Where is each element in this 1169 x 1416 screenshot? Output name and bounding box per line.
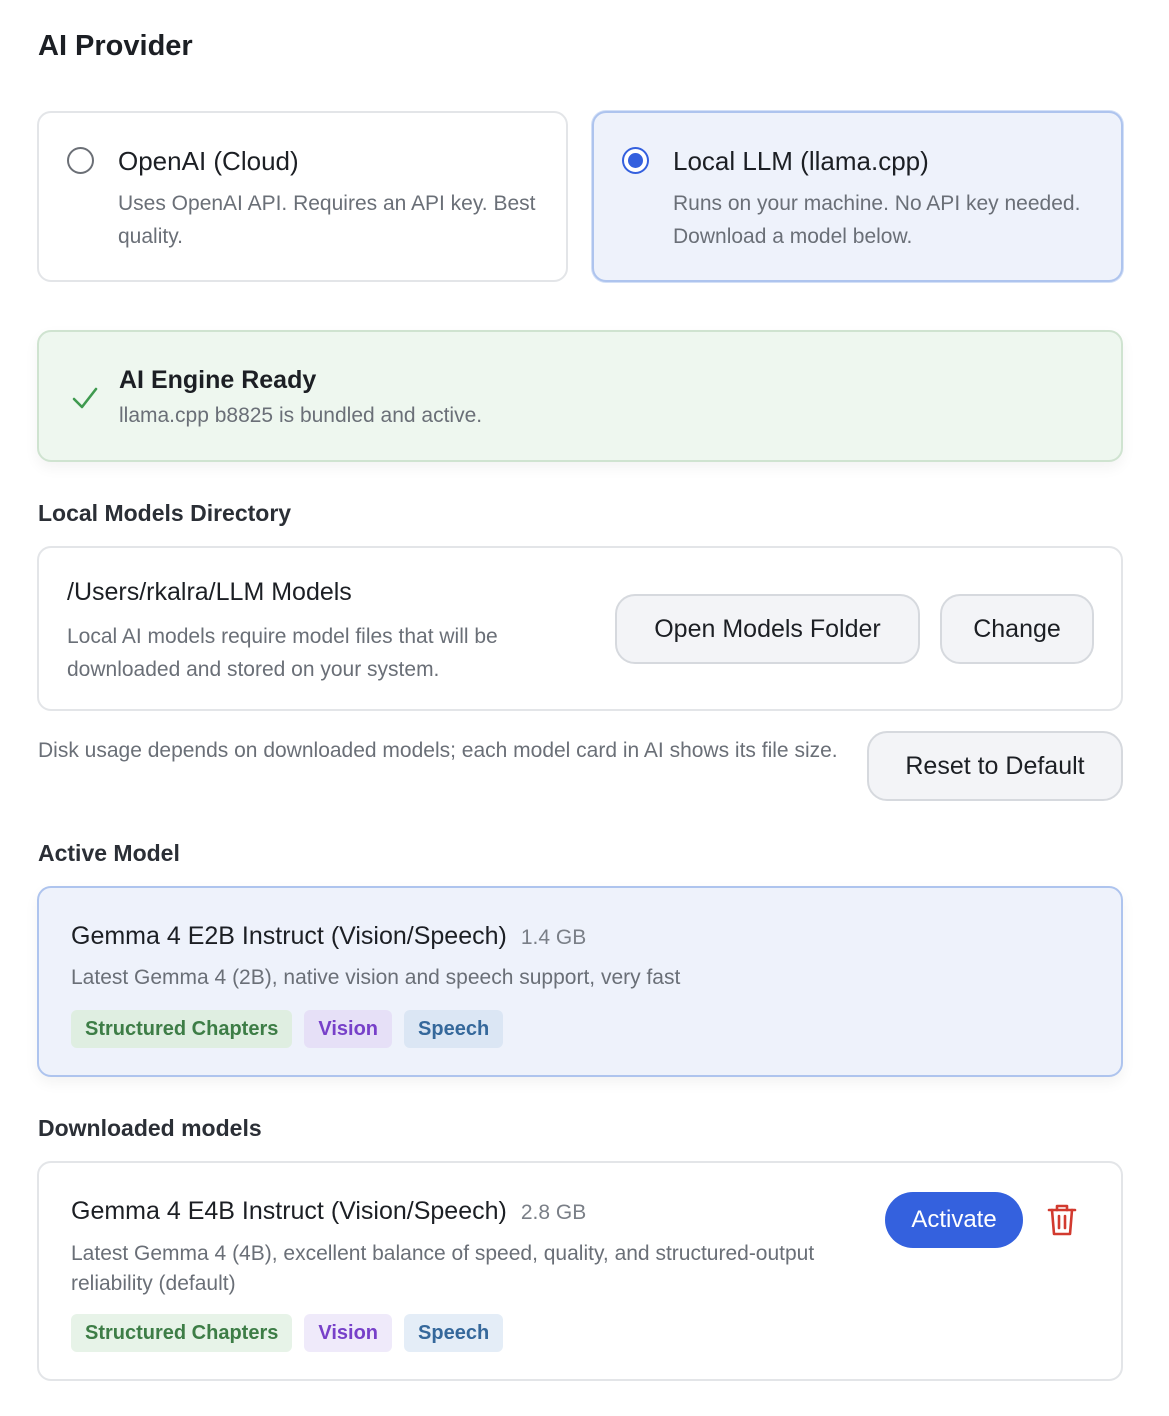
model-name: Gemma 4 E2B Instruct (Vision/Speech) (71, 922, 507, 950)
directory-path: /Users/rkalra/LLM Models (67, 578, 352, 606)
engine-title: AI Engine Ready (119, 366, 317, 394)
open-models-folder-button[interactable]: Open Models Folder (615, 594, 920, 664)
ai-provider-settings: AI Provider OpenAI (Cloud) Uses OpenAI A… (0, 0, 1169, 1416)
change-directory-button[interactable]: Change (940, 594, 1094, 664)
model-size: 1.4 GB (520, 926, 587, 949)
tag-speech: Speech (404, 1314, 504, 1352)
model-description: Latest Gemma 4 (2B), native vision and s… (71, 966, 681, 989)
active-model-card: Gemma 4 E2B Instruct (Vision/Speech) 1.4 … (37, 886, 1123, 1077)
model-name: Gemma 4 E4B Instruct (Vision/Speech) (71, 1197, 507, 1225)
downloaded-model-card: Gemma 4 E4B Instruct (Vision/Speech) 2.8 … (37, 1161, 1123, 1381)
model-size: 2.8 GB (520, 1201, 587, 1224)
tag-vision: Vision (304, 1010, 393, 1048)
directory-description: Local AI models require model files that… (67, 625, 498, 681)
tag-vision: Vision (304, 1314, 393, 1352)
section-heading-directory: Local Models Directory (38, 500, 292, 526)
reset-to-default-button[interactable]: Reset to Default (867, 731, 1123, 801)
section-heading-downloaded: Downloaded models (38, 1115, 262, 1141)
models-directory-card: /Users/rkalra/LLM Models Local AI models… (37, 546, 1123, 711)
check-icon (72, 387, 98, 409)
model-tags: Structured Chapters Vision Speech (71, 1010, 504, 1048)
page-title: AI Provider (38, 30, 193, 62)
radio-openai[interactable] (67, 147, 94, 174)
tag-structured-chapters: Structured Chapters (71, 1010, 293, 1048)
model-description: Latest Gemma 4 (4B), excellent balance o… (71, 1242, 815, 1295)
disk-usage-note: Disk usage depends on downloaded models;… (38, 739, 838, 762)
engine-status-banner: AI Engine Ready llama.cpp b8825 is bundl… (37, 330, 1123, 462)
provider-card-local-llm[interactable]: Local LLM (llama.cpp) Runs on your machi… (592, 111, 1123, 282)
section-heading-active-model: Active Model (38, 840, 180, 866)
provider-description: Runs on your machine. No API key needed.… (673, 192, 1081, 248)
activate-model-button[interactable]: Activate (885, 1192, 1023, 1248)
model-tags: Structured Chapters Vision Speech (71, 1314, 504, 1352)
engine-description: llama.cpp b8825 is bundled and active. (119, 404, 483, 427)
tag-structured-chapters: Structured Chapters (71, 1314, 293, 1352)
radio-local-llm[interactable] (622, 147, 649, 174)
provider-title: Local LLM (llama.cpp) (673, 146, 929, 176)
provider-description: Uses OpenAI API. Requires an API key. Be… (118, 192, 536, 248)
provider-card-openai[interactable]: OpenAI (Cloud) Uses OpenAI API. Requires… (37, 111, 568, 282)
provider-title: OpenAI (Cloud) (118, 146, 299, 176)
model-name-row: Gemma 4 E4B Instruct (Vision/Speech) 2.8 … (71, 1197, 586, 1226)
trash-icon[interactable] (1045, 1202, 1079, 1238)
model-name-row: Gemma 4 E2B Instruct (Vision/Speech) 1.4 … (71, 922, 586, 951)
tag-speech: Speech (404, 1010, 504, 1048)
